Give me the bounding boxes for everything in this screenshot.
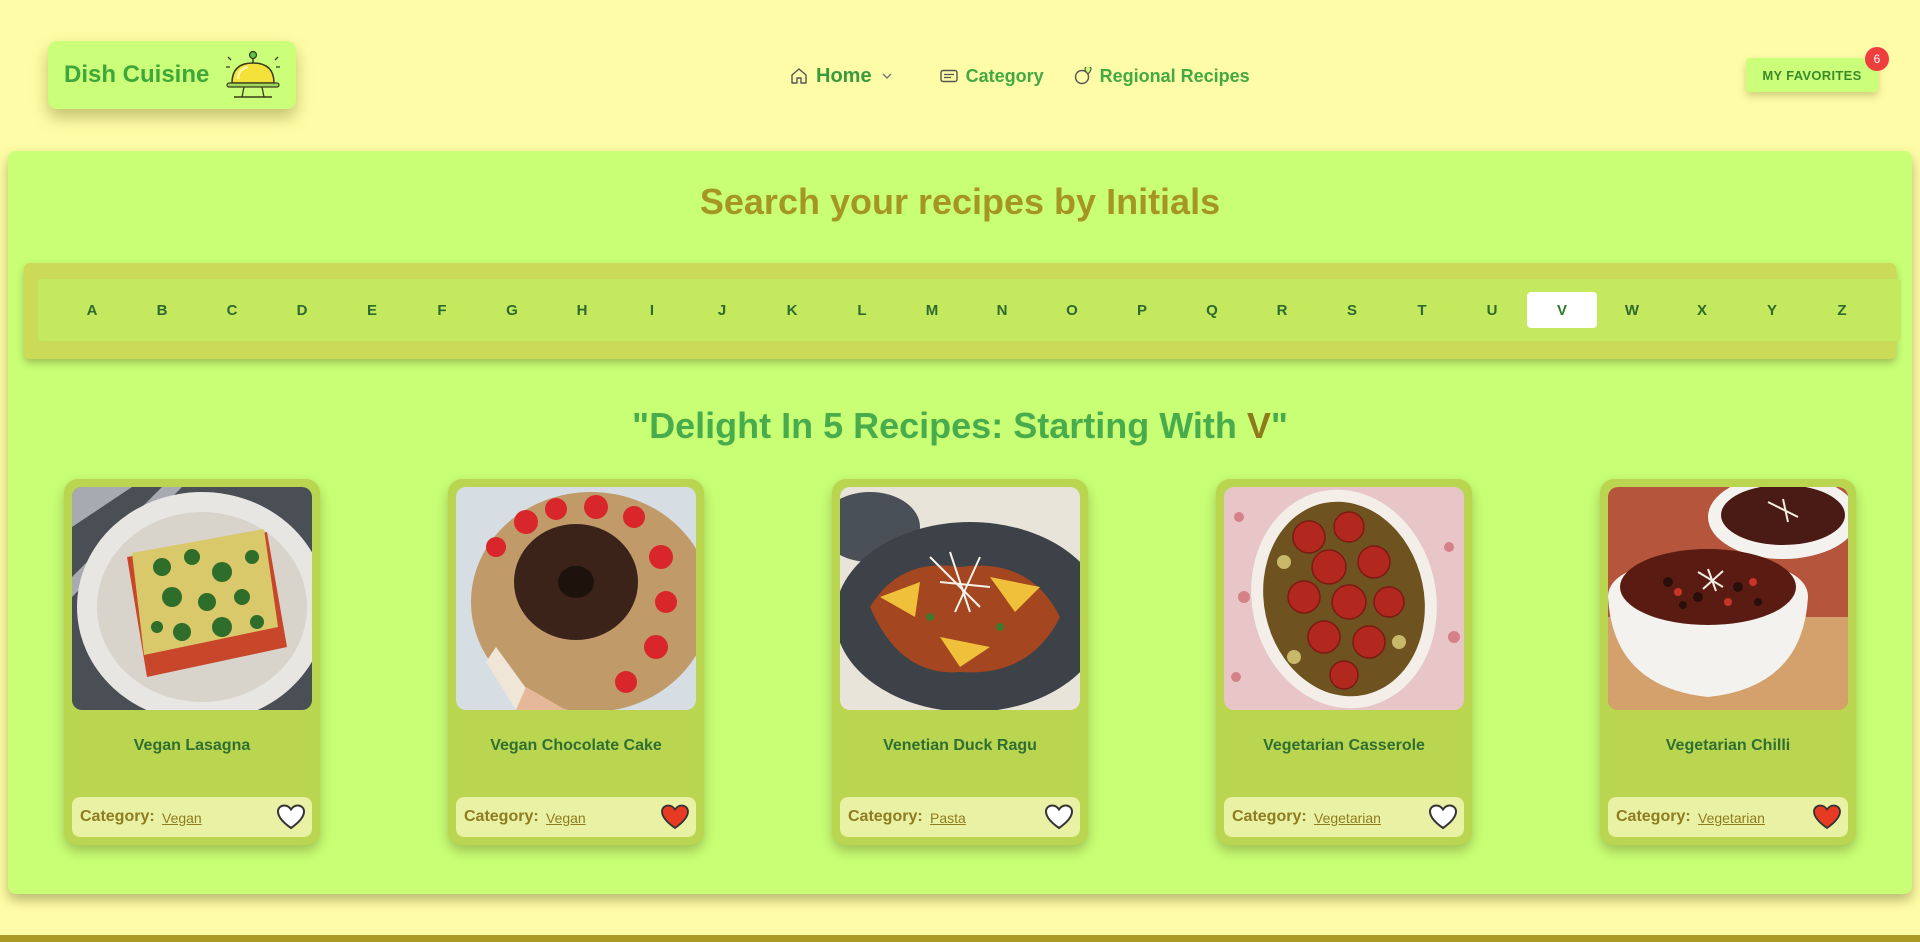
recipe-image[interactable]	[1608, 487, 1848, 710]
recipe-card[interactable]: Venetian Duck Ragu Category: Pasta	[832, 479, 1088, 845]
favorites-count-badge: 6	[1865, 47, 1889, 71]
letter-button-w[interactable]: W	[1597, 292, 1667, 328]
recipe-title: Vegetarian Casserole	[1263, 737, 1425, 754]
letter-button-m[interactable]: M	[897, 292, 967, 328]
category-link[interactable]: Vegetarian	[1314, 810, 1381, 826]
globe-pin-icon	[1074, 67, 1092, 85]
category-link[interactable]: Vegan	[162, 810, 202, 826]
card-list-icon	[939, 69, 958, 83]
letter-button-g[interactable]: G	[477, 292, 547, 328]
brand-logo-card[interactable]: Dish Cuisine	[48, 41, 296, 109]
letter-button-f[interactable]: F	[407, 292, 477, 328]
recipe-footer: Category: Vegan	[456, 797, 696, 837]
letter-button-l[interactable]: L	[827, 292, 897, 328]
home-icon	[791, 68, 807, 84]
letter-button-x[interactable]: X	[1667, 292, 1737, 328]
recipe-cards: Vegan Lasagna Category: Vegan Vegan Choc…	[64, 479, 1864, 845]
nav-home-label: Home	[816, 64, 872, 87]
letter-button-c[interactable]: C	[197, 292, 267, 328]
my-favorites-button[interactable]: MY FAVORITES	[1746, 58, 1878, 92]
results-heading: "Delight In 5 Recipes: Starting With V"	[8, 405, 1912, 447]
letter-button-r[interactable]: R	[1247, 292, 1317, 328]
nav-regional-recipes[interactable]: Regional Recipes	[1074, 66, 1250, 87]
recipe-card[interactable]: Vegetarian Chilli Category: Vegetarian	[1600, 479, 1856, 845]
letter-button-p[interactable]: P	[1107, 292, 1177, 328]
alphabet-list: ABCDEFGHIJKLMNOPQRSTUVWXYZ	[38, 279, 1901, 341]
letter-button-h[interactable]: H	[547, 292, 617, 328]
letter-button-a[interactable]: A	[57, 292, 127, 328]
recipe-card[interactable]: Vegetarian Casserole Category: Vegetaria…	[1216, 479, 1472, 845]
category-link[interactable]: Vegetarian	[1698, 810, 1765, 826]
letter-button-v[interactable]: V	[1527, 292, 1597, 328]
results-heading-letter: V	[1246, 405, 1271, 446]
letter-button-j[interactable]: J	[687, 292, 757, 328]
header: Dish Cuisine Home Category Regional Reci…	[0, 0, 1920, 150]
recipe-card[interactable]: Vegan Chocolate Cake Category: Vegan	[448, 479, 704, 845]
main-nav: Home Category Regional Recipes	[790, 60, 1250, 92]
recipe-footer: Category: Pasta	[840, 797, 1080, 837]
letter-button-b[interactable]: B	[127, 292, 197, 328]
heart-filled-icon[interactable]	[1812, 803, 1842, 831]
heart-outline-icon[interactable]	[1044, 803, 1074, 831]
category-label: Category:	[80, 808, 155, 825]
category-label: Category:	[464, 808, 539, 825]
nav-regional-label: Regional Recipes	[1099, 65, 1250, 86]
heart-filled-icon[interactable]	[660, 803, 690, 831]
brand-name: Dish Cuisine	[64, 61, 210, 88]
footer-strip	[0, 935, 1920, 942]
heart-outline-icon[interactable]	[276, 803, 306, 831]
recipe-title: Venetian Duck Ragu	[883, 737, 1037, 754]
recipe-image[interactable]	[840, 487, 1080, 710]
letter-button-y[interactable]: Y	[1737, 292, 1807, 328]
main-panel: Search your recipes by Initials ABCDEFGH…	[8, 151, 1912, 894]
alphabet-bar: ABCDEFGHIJKLMNOPQRSTUVWXYZ	[24, 263, 1901, 359]
letter-button-d[interactable]: D	[267, 292, 337, 328]
cloche-icon	[226, 50, 280, 98]
letter-button-z[interactable]: Z	[1807, 292, 1877, 328]
letter-button-o[interactable]: O	[1037, 292, 1107, 328]
results-heading-suffix: "	[1270, 405, 1288, 446]
letter-button-q[interactable]: Q	[1177, 292, 1247, 328]
category-link[interactable]: Vegan	[546, 810, 586, 826]
letter-button-u[interactable]: U	[1457, 292, 1527, 328]
recipe-image[interactable]	[456, 487, 696, 710]
nav-category-label: Category	[965, 65, 1044, 86]
recipe-footer: Category: Vegetarian	[1224, 797, 1464, 837]
letter-button-i[interactable]: I	[617, 292, 687, 328]
letter-button-s[interactable]: S	[1317, 292, 1387, 328]
recipe-footer: Category: Vegetarian	[1608, 797, 1848, 837]
recipe-footer: Category: Vegan	[72, 797, 312, 837]
search-title: Search your recipes by Initials	[699, 181, 1221, 222]
nav-category[interactable]: Category	[939, 65, 1044, 87]
recipe-image[interactable]	[1224, 487, 1464, 710]
results-heading-prefix: "Delight In 5 Recipes: Starting With	[632, 405, 1247, 446]
letter-button-n[interactable]: N	[967, 292, 1037, 328]
recipe-title: Vegan Lasagna	[133, 737, 251, 754]
category-label: Category:	[1616, 808, 1691, 825]
category-link[interactable]: Pasta	[930, 810, 966, 826]
letter-button-t[interactable]: T	[1387, 292, 1457, 328]
letter-button-k[interactable]: K	[757, 292, 827, 328]
recipe-image[interactable]	[72, 487, 312, 710]
category-label: Category:	[848, 808, 923, 825]
recipe-title: Vegan Chocolate Cake	[490, 737, 662, 754]
chevron-down-icon	[882, 73, 892, 79]
nav-home[interactable]: Home	[790, 65, 900, 88]
recipe-card[interactable]: Vegan Lasagna Category: Vegan	[64, 479, 320, 845]
letter-button-e[interactable]: E	[337, 292, 407, 328]
recipe-title: Vegetarian Chilli	[1665, 737, 1791, 754]
heart-outline-icon[interactable]	[1428, 803, 1458, 831]
category-label: Category:	[1232, 808, 1307, 825]
